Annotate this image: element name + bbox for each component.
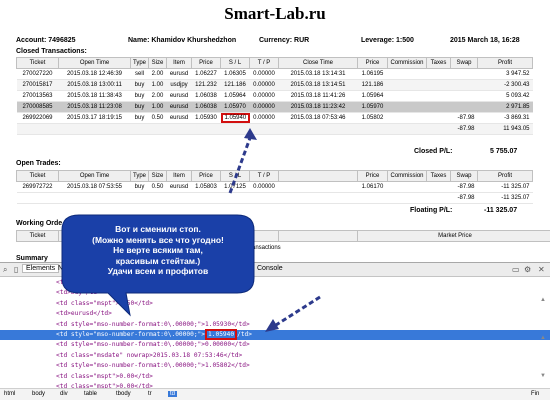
- arrow-down-head: [265, 319, 279, 332]
- arrow-up-shaft: [228, 137, 252, 194]
- callout-line: (Можно менять все что угодно!: [92, 234, 224, 245]
- callout-line: Удачи всем и профитов: [107, 266, 209, 277]
- callout-text: Вот и сменили стоп. (Можно менять все что…: [62, 224, 254, 277]
- callout-line: Вот и сменили стоп.: [115, 224, 201, 234]
- annotation-overlay: [61, 128, 321, 332]
- arrow-up-head: [244, 128, 257, 140]
- callout-line: красивым стейтам.): [115, 255, 201, 266]
- callout-line: Не верте всяким там,: [113, 245, 203, 256]
- arrow-down-shaft: [275, 295, 321, 327]
